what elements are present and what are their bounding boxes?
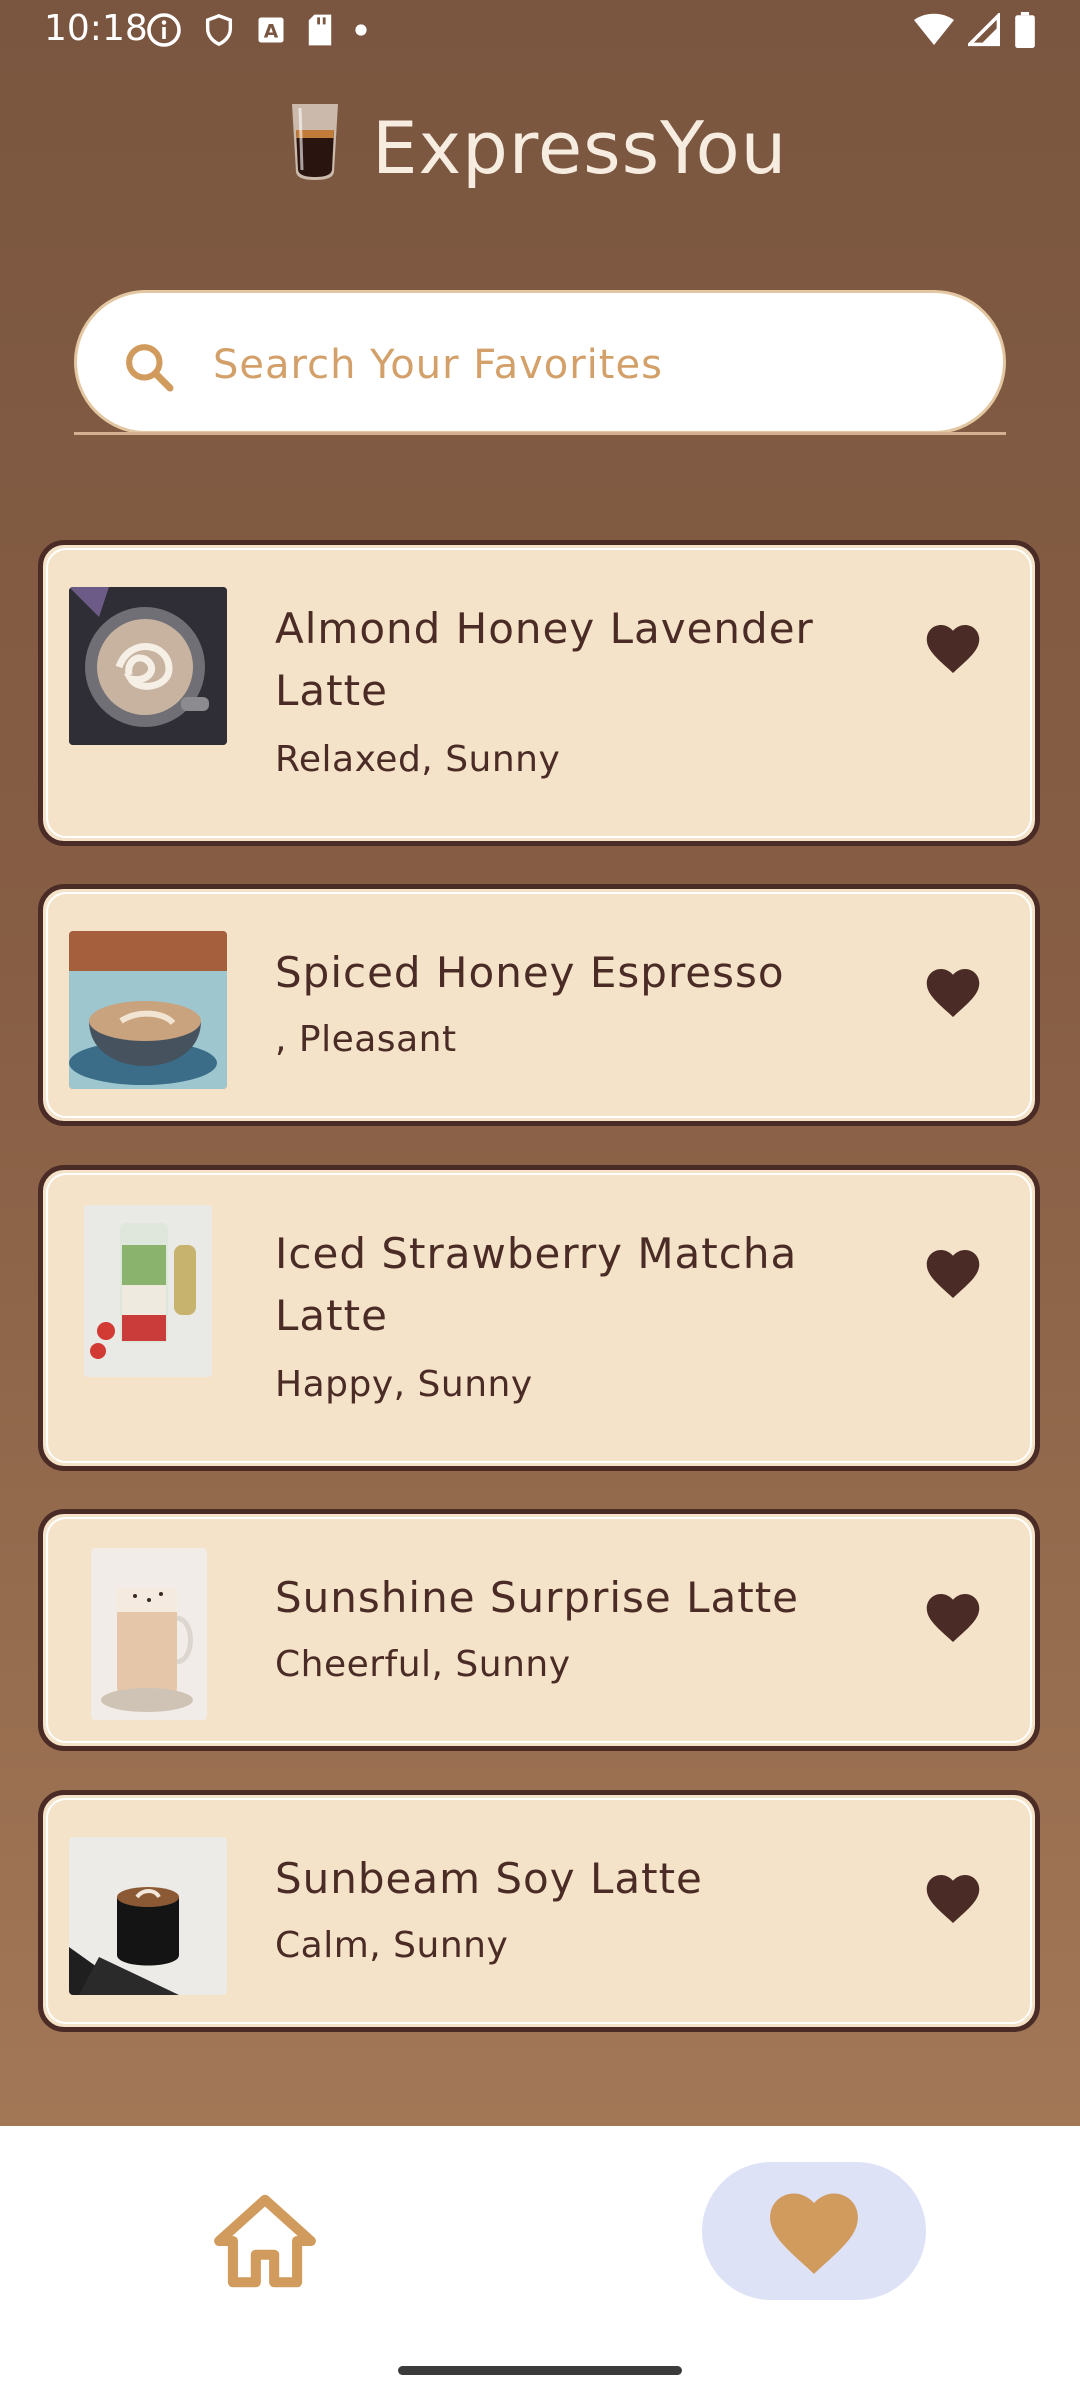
- heart-icon[interactable]: [923, 1870, 983, 1926]
- sd-card-icon: [308, 14, 332, 46]
- favorite-card[interactable]: Sunbeam Soy Latte Calm, Sunny: [38, 1790, 1040, 2032]
- bottom-nav: [0, 2126, 1080, 2400]
- status-bar: 10:18 A: [0, 0, 1080, 64]
- drink-moods: Happy, Sunny: [275, 1364, 533, 1405]
- search-input[interactable]: [213, 329, 973, 401]
- drink-moods: Calm, Sunny: [275, 1925, 509, 1966]
- heart-icon[interactable]: [923, 964, 983, 1020]
- drink-title: Iced Strawberry Matcha Latte: [275, 1229, 798, 1340]
- status-time: 10:18: [44, 8, 148, 49]
- drink-title: Spiced Honey Espresso: [275, 948, 785, 997]
- drink-title: Sunbeam Soy Latte: [275, 1854, 703, 1903]
- drink-image: [91, 1548, 207, 1720]
- status-icons-right: [914, 12, 1036, 48]
- favorite-card[interactable]: Sunshine Surprise Latte Cheerful, Sunny: [38, 1509, 1040, 1751]
- drink-moods: Relaxed, Sunny: [275, 739, 561, 780]
- search-icon: [126, 344, 174, 392]
- dot-icon: [355, 24, 367, 36]
- search-underline: [74, 432, 1006, 435]
- drink-title: Almond Honey Lavender Latte: [275, 604, 814, 715]
- drink-moods: Cheerful, Sunny: [275, 1644, 571, 1685]
- battery-icon: [1015, 12, 1035, 48]
- wifi-icon: [914, 13, 954, 45]
- shield-icon: [205, 14, 233, 47]
- drink-image: [69, 587, 227, 745]
- search-bar[interactable]: [74, 290, 1006, 434]
- info-icon: [147, 13, 181, 47]
- drink-image: [84, 1205, 212, 1377]
- favorite-card[interactable]: Almond Honey Lavender Latte Relaxed, Sun…: [38, 540, 1040, 846]
- favorite-card[interactable]: Spiced Honey Espresso , Pleasant: [38, 884, 1040, 1126]
- heart-icon[interactable]: [923, 1245, 983, 1301]
- heart-icon: [770, 2193, 858, 2274]
- drink-image: [69, 931, 227, 1089]
- heart-icon[interactable]: [923, 620, 983, 676]
- home-indicator[interactable]: [398, 2366, 682, 2375]
- home-icon[interactable]: [210, 2186, 320, 2296]
- drink-title: Sunshine Surprise Latte: [275, 1573, 800, 1622]
- a-badge-icon: A: [258, 17, 284, 43]
- heart-icon[interactable]: [923, 1589, 983, 1645]
- drink-moods: , Pleasant: [275, 1019, 457, 1060]
- favorite-card[interactable]: Iced Strawberry Matcha Latte Happy, Sunn…: [38, 1165, 1040, 1471]
- status-icons-left: A: [146, 12, 368, 48]
- app-header: ExpressYou: [0, 96, 1080, 206]
- coffee-glass-icon: [292, 104, 338, 180]
- app-title: ExpressYou: [372, 106, 788, 190]
- svg-text:A: A: [264, 22, 279, 43]
- signal-icon: [968, 13, 1000, 47]
- nav-favorites-button[interactable]: [702, 2162, 926, 2300]
- drink-image: [69, 1837, 227, 1995]
